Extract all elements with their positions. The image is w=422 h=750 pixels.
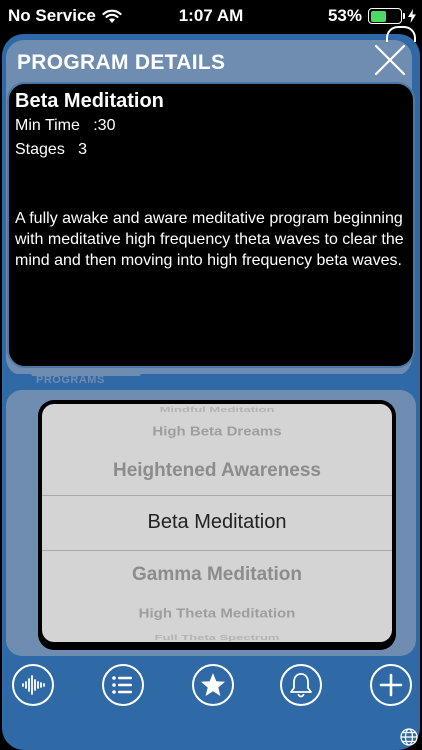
picker-item[interactable]: Heightened Awareness: [42, 460, 392, 482]
favorites-button[interactable]: [192, 664, 234, 706]
plus-icon: [379, 673, 403, 697]
program-name: Beta Meditation: [15, 90, 164, 112]
picker-item[interactable]: Mindful Meditation: [42, 405, 392, 413]
picker-item[interactable]: Full Theta Spectrum: [42, 633, 392, 641]
globe-icon[interactable]: [399, 727, 419, 747]
program-min-time: Min Time :30: [15, 117, 116, 134]
program-description: A fully awake and aware meditative progr…: [15, 210, 404, 269]
close-button[interactable]: [370, 40, 410, 80]
picker-item[interactable]: High Theta Meditation: [42, 606, 392, 620]
picker-selection-bottom: [42, 550, 392, 551]
add-button[interactable]: [370, 664, 412, 706]
picker-item[interactable]: High Beta Dreams: [42, 424, 392, 438]
programs-bar-right: [140, 374, 412, 384]
charging-bolt-icon: [408, 9, 416, 23]
picker-item-selected[interactable]: Beta Meditation: [42, 511, 392, 534]
battery-percent: 53%: [327, 6, 362, 25]
bell-icon: [290, 673, 312, 698]
program-stages: Stages 3: [15, 141, 88, 158]
page-title: PROGRAM DETAILS: [17, 51, 226, 74]
programs-label: PROGRAMS: [36, 374, 105, 386]
waveform-icon: [22, 675, 45, 695]
picker-selection-top: [42, 495, 392, 496]
list-button[interactable]: [102, 664, 144, 706]
status-bar: No Service 1:07 AM 53%: [0, 0, 422, 30]
star-icon: [201, 673, 225, 696]
battery-fill: [370, 10, 386, 22]
battery-icon: [368, 8, 405, 24]
alarm-button[interactable]: [280, 664, 322, 706]
picker-item[interactable]: Gamma Meditation: [42, 564, 392, 586]
list-icon: [112, 676, 132, 694]
waveform-button[interactable]: [12, 664, 54, 706]
status-right: 53%: [328, 6, 416, 26]
program-picker[interactable]: Mindful Meditation High Beta Dreams Heig…: [42, 404, 392, 642]
programs-bar-left: [10, 374, 32, 384]
